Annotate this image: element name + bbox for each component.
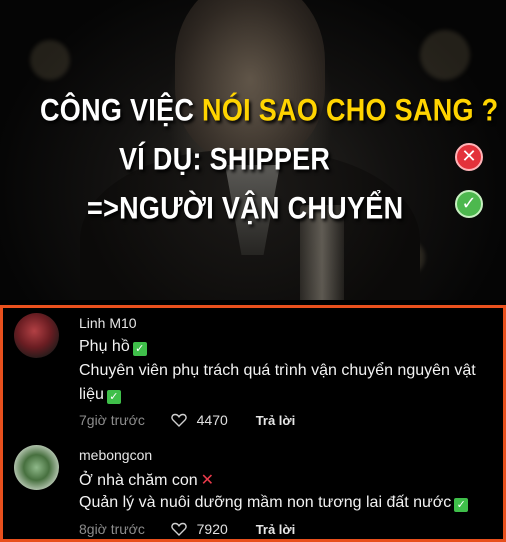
comments-section: Linh M10 Phụ hồ ✓ Chuyên viên phụ trách q… [0,305,506,542]
comment-meta: 8giờ trước 7920 Trả lời [79,521,295,537]
meme-image: CÔNG VIỆC NÓI SAO CHO SANG ? VÍ DỤ: SHIP… [0,0,506,300]
comment-meta: 7giờ trước 4470 Trả lời [79,412,295,428]
check-icon: ✓ [454,498,469,512]
reply-button[interactable]: Trả lời [256,522,296,537]
like-count: 4470 [196,412,228,428]
comment-line: Quản lý và nuôi dưỡng mầm non tương lai … [79,494,469,512]
comment-time: 8giờ trước [79,521,145,537]
comment-line: Phụ hồ ✓ [79,338,147,356]
meme-line-1: CÔNG VIỆC NÓI SAO CHO SANG ? [40,92,499,128]
avatar[interactable] [14,313,59,358]
x-icon: ✕ [455,143,483,171]
comment-time: 7giờ trước [79,412,145,428]
check-icon: ✓ [106,390,121,404]
avatar[interactable] [14,445,59,490]
heart-icon[interactable] [171,522,187,536]
like-count: 7920 [196,521,228,537]
comment-line: liệu ✓ [79,386,121,404]
meme-line-2: VÍ DỤ: SHIPPER [119,141,331,177]
heart-icon[interactable] [171,413,187,427]
man-head [175,0,325,160]
meme-line-3: =>NGƯỜI VẬN CHUYỂN [87,190,404,226]
reply-button[interactable]: Trả lời [256,413,296,428]
check-icon: ✓ [132,342,147,356]
comment-username[interactable]: mebongcon [79,447,152,463]
comment-line: Ở nhà chăm con ✕ [79,470,215,489]
comment-username[interactable]: Linh M10 [79,315,137,331]
comment-line: Chuyên viên phụ trách quá trình vận chuy… [79,362,476,379]
check-icon: ✓ [455,190,483,218]
x-icon: ✕ [200,470,215,489]
